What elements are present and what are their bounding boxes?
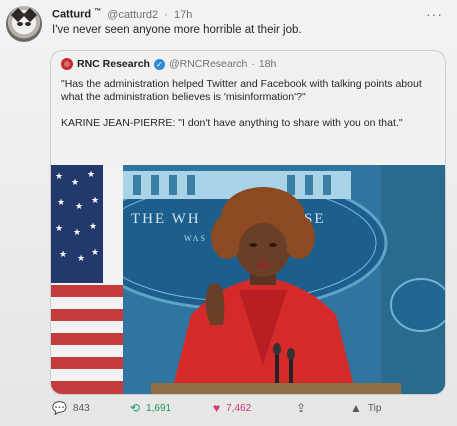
retweet-count: 1,691 — [146, 402, 172, 414]
quoted-paragraph-1: "Has the administration helped Twitter a… — [61, 78, 422, 103]
seal-text-sub: WAS — [184, 234, 207, 243]
quoted-tweet[interactable]: RNC Research ✓ @RNCResearch · 18h "Has t… — [50, 50, 446, 395]
quoted-avatar[interactable] — [61, 58, 73, 70]
quoted-paragraph-2: KARINE JEAN-PIERRE: "I don't have anythi… — [61, 117, 403, 129]
svg-text:★: ★ — [89, 222, 97, 232]
tweet-time[interactable]: 17h — [174, 9, 192, 21]
svg-text:★: ★ — [59, 250, 67, 260]
more-dots-icon[interactable]: ··· — [426, 6, 443, 22]
quoted-author-name[interactable]: RNC Research — [77, 58, 150, 70]
separator-dot: · — [251, 58, 255, 70]
retweet-button[interactable]: ⟲ 1,691 — [130, 401, 171, 415]
tip-icon: ▲ — [350, 401, 362, 415]
tweet-text: I've never seen anyone more horrible at … — [52, 24, 302, 36]
quoted-text: "Has the administration helped Twitter a… — [61, 78, 436, 143]
quoted-header: RNC Research ✓ @RNCResearch · 18h — [61, 58, 276, 70]
trademark-mark: ™ — [94, 8, 102, 15]
share-button[interactable]: ⇪ — [296, 401, 306, 415]
avatar-ear-right — [22, 7, 38, 23]
svg-text:★: ★ — [73, 228, 81, 238]
svg-text:★: ★ — [91, 248, 99, 258]
svg-text:★: ★ — [71, 178, 79, 188]
reply-icon: 💬 — [52, 401, 67, 415]
svg-text:★: ★ — [57, 198, 65, 208]
author-handle[interactable]: @catturd2 — [107, 9, 158, 21]
seal-text-left: THE WH — [131, 211, 201, 227]
svg-text:★: ★ — [77, 254, 85, 264]
svg-text:★: ★ — [55, 172, 63, 182]
retweet-icon: ⟲ — [130, 401, 141, 415]
svg-text:★: ★ — [75, 202, 83, 212]
like-button[interactable]: ♥ 7,462 — [213, 401, 251, 415]
press-briefing-image: THE WH SE WAS ★★★ ★ ★★ ★ ★★ ★ ★★ — [51, 165, 445, 394]
quoted-photo[interactable]: THE WH SE WAS ★ ★ ★ ★ ★ ★ ★ ★ ★ ★ ★ ★ — [51, 165, 445, 394]
reply-button[interactable]: 💬 843 — [52, 401, 90, 415]
quoted-handle[interactable]: @RNCResearch — [169, 58, 247, 70]
svg-text:★: ★ — [87, 170, 95, 180]
avatar-eye-right — [25, 22, 31, 26]
tweet: Catturd ™ @catturd2 · 17h ··· I've never… — [0, 0, 457, 426]
reply-count: 843 — [72, 402, 90, 414]
tip-label: Tip — [367, 402, 382, 414]
svg-text:★: ★ — [91, 196, 99, 206]
tip-button[interactable]: ▲ Tip — [350, 401, 381, 415]
quoted-time[interactable]: 18h — [259, 58, 277, 70]
like-count: 7,462 — [226, 402, 252, 414]
share-icon: ⇪ — [296, 401, 307, 415]
heart-icon: ♥ — [213, 401, 221, 415]
separator-dot: · — [164, 8, 168, 21]
svg-text:★: ★ — [55, 224, 63, 234]
tweet-actions: 💬 843 ⟲ 1,691 ♥ 7,462 ⇪ ▲ Tip — [0, 398, 457, 420]
avatar-eye-left — [17, 22, 23, 26]
verified-badge-icon: ✓ — [153, 58, 165, 70]
tweet-header: Catturd ™ @catturd2 · 17h — [52, 8, 192, 21]
author-avatar[interactable] — [6, 6, 42, 42]
author-name[interactable]: Catturd — [52, 9, 91, 21]
